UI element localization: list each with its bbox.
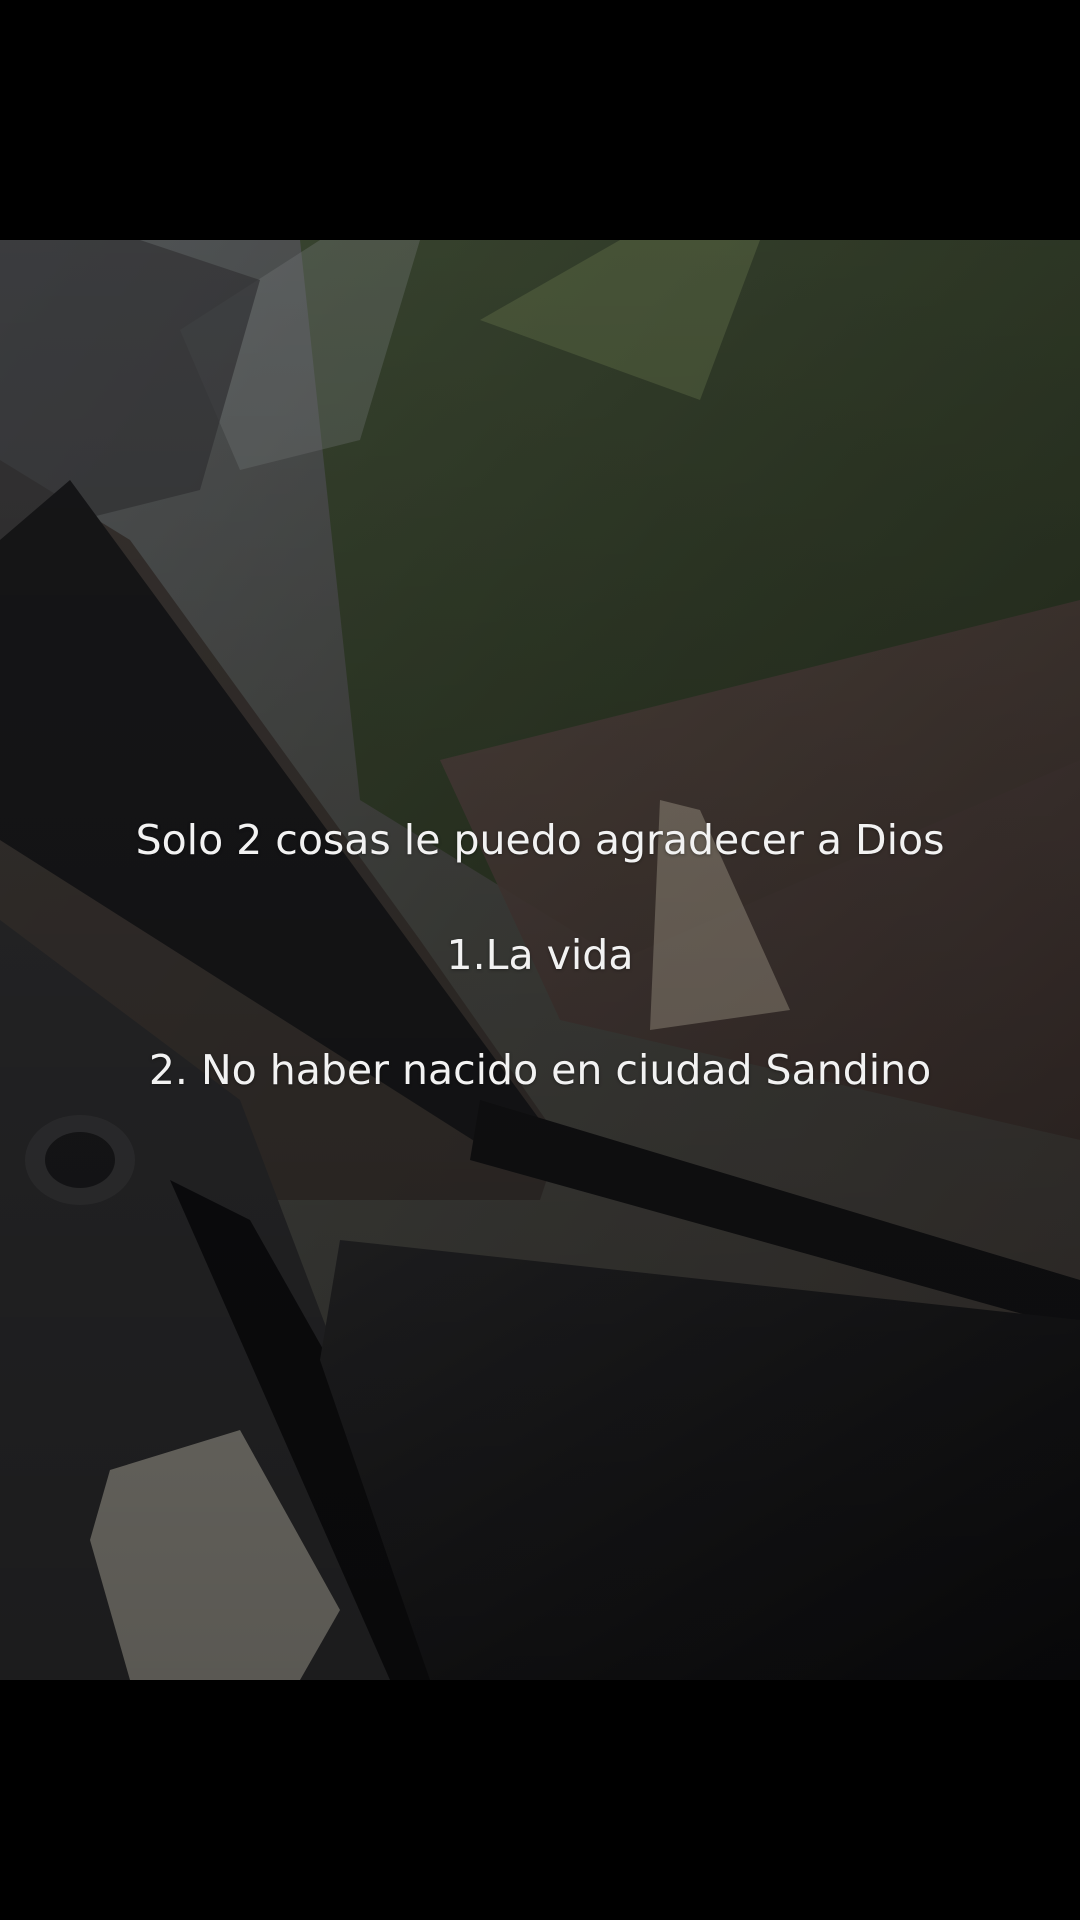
video-screen: Solo 2 cosas le puedo agradecer a Dios 1… xyxy=(0,0,1080,1920)
caption-title: Solo 2 cosas le puedo agradecer a Dios xyxy=(135,816,945,864)
caption-item-2: 2. No haber nacido en ciudad Sandino xyxy=(148,1046,932,1094)
caption-item-1: 1.La vida xyxy=(446,931,634,979)
